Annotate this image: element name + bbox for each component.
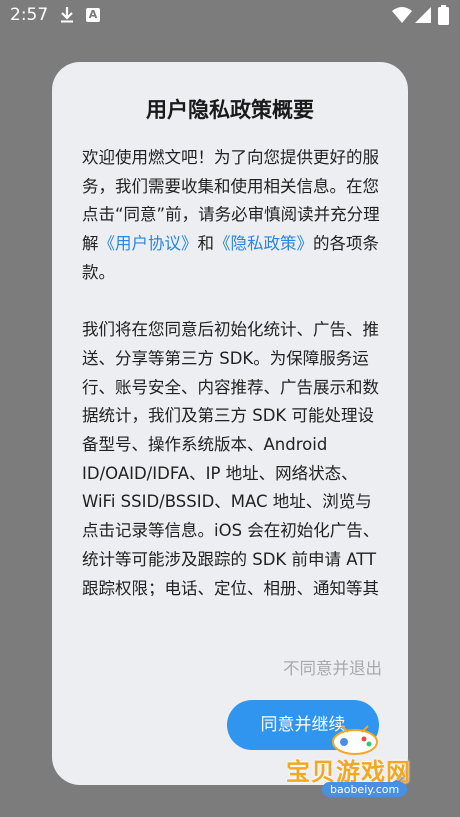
sdk-paragraph: 我们将在您同意后初始化统计、广告、推送、分享等第三方 SDK。为保障服务运行、账…	[82, 320, 380, 596]
intro-paragraph: 欢迎使用燃文吧！为了向您提供更好的服务，我们需要收集和使用相关信息。在您点击“同…	[82, 144, 382, 288]
status-bar: 2:57 A	[0, 0, 460, 30]
watermark-url: baobeiy.com	[322, 782, 408, 797]
battery-icon	[438, 5, 449, 25]
download-icon	[61, 7, 73, 23]
watermark: 宝贝游戏网 baobeiy.com	[282, 722, 442, 812]
wifi-icon	[392, 7, 412, 23]
a-badge-icon: A	[86, 8, 100, 22]
dialog-body[interactable]: 欢迎使用燃文吧！为了向您提供更好的服务，我们需要收集和使用相关信息。在您点击“同…	[82, 144, 382, 596]
signal-icon	[415, 7, 431, 23]
privacy-dialog: 用户隐私政策概要 欢迎使用燃文吧！为了向您提供更好的服务，我们需要收集和使用相关…	[52, 62, 408, 785]
decline-exit-button[interactable]: 不同意并退出	[242, 655, 382, 683]
status-time: 2:57	[10, 5, 49, 25]
intro-connector: 和	[197, 234, 215, 254]
gamepad-logo-icon	[332, 725, 378, 755]
privacy-policy-link[interactable]: 《隐私政策》	[214, 234, 313, 253]
dialog-title: 用户隐私政策概要	[146, 98, 314, 122]
user-agreement-link[interactable]: 《用户协议》	[99, 234, 198, 253]
